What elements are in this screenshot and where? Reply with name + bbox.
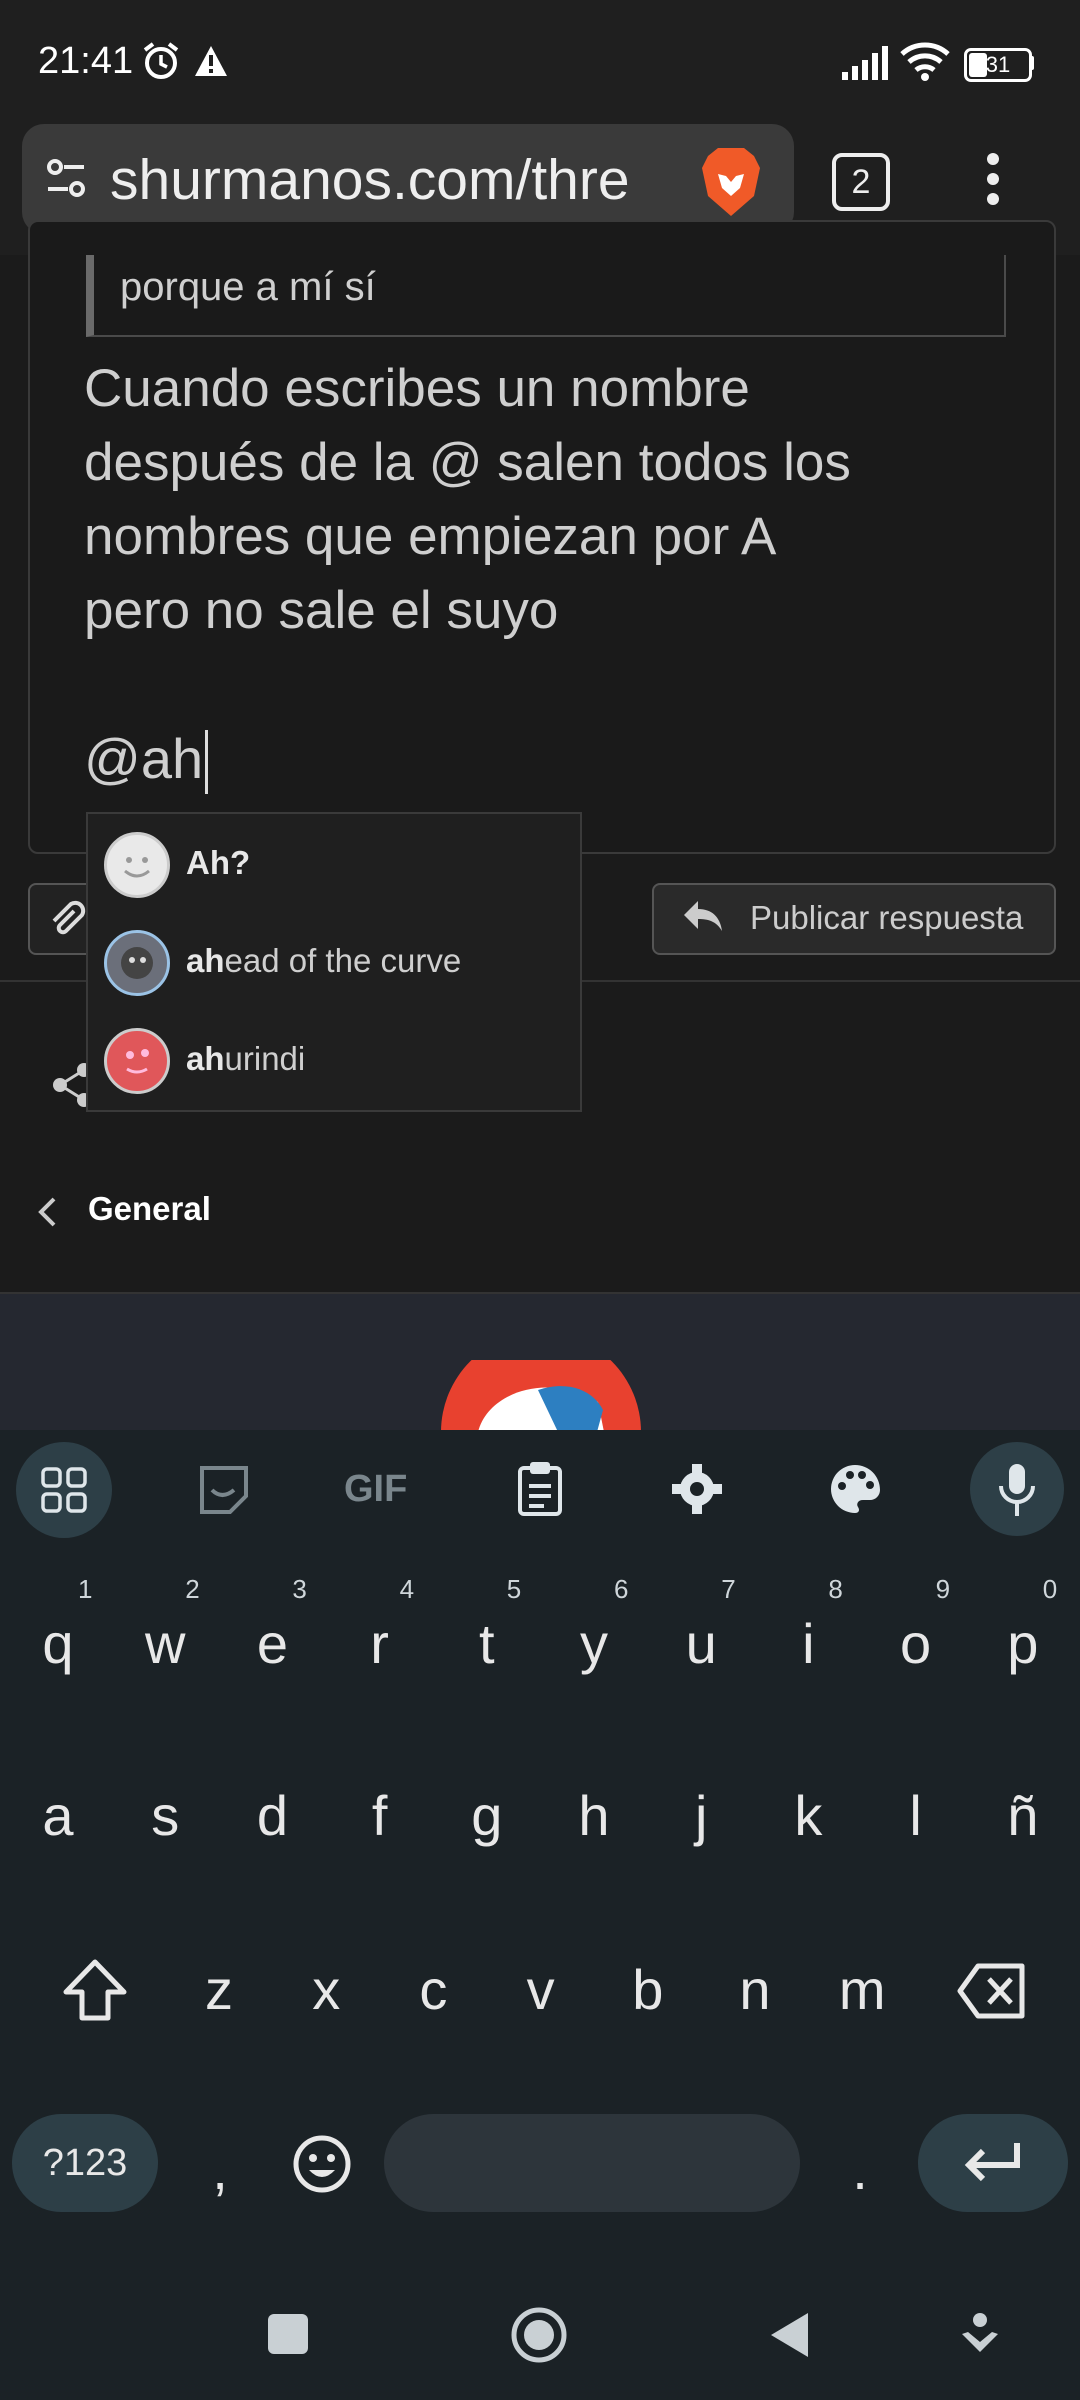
key-z[interactable]: z xyxy=(169,1930,269,2050)
key-m[interactable]: m xyxy=(812,1930,912,2050)
voice-input-button[interactable] xyxy=(970,1442,1064,1536)
key-c[interactable]: c xyxy=(383,1930,483,2050)
enter-key[interactable] xyxy=(918,2114,1068,2212)
wifi-icon xyxy=(900,42,950,81)
key-a[interactable]: a xyxy=(8,1756,108,1876)
recents-button[interactable] xyxy=(268,2314,308,2354)
shift-arrow-icon xyxy=(63,1959,127,2021)
autocomplete-item[interactable]: ahead of the curve xyxy=(88,912,580,1010)
chevron-left-icon[interactable] xyxy=(36,1196,58,1228)
autocomplete-item[interactable]: ahurindi xyxy=(88,1010,580,1108)
alarm-clock-icon xyxy=(143,42,179,79)
warning-icon xyxy=(195,46,227,76)
key-hint: 2 xyxy=(185,1574,200,1604)
key-w[interactable]: w xyxy=(115,1584,215,1704)
clipboard-icon[interactable] xyxy=(514,1460,566,1518)
backspace-icon xyxy=(957,1963,1025,2019)
site-settings-icon[interactable] xyxy=(46,158,86,198)
key-hint: 3 xyxy=(292,1574,307,1604)
key-p[interactable]: p xyxy=(973,1584,1073,1704)
key-i[interactable]: i xyxy=(758,1584,858,1704)
microphone-icon xyxy=(999,1464,1035,1516)
key-hint: 5 xyxy=(506,1574,522,1604)
status-time: 21:41 xyxy=(38,40,134,82)
key-b[interactable]: b xyxy=(598,1930,698,2050)
comma-key[interactable]: , xyxy=(170,2110,270,2230)
key-j[interactable]: j xyxy=(651,1756,751,1876)
reply-line: pero no sale el suyo xyxy=(84,581,559,640)
home-button[interactable] xyxy=(510,2306,568,2364)
reply-line: Cuando escribes un nombre xyxy=(84,359,750,418)
battery-icon: 31 xyxy=(964,48,1032,82)
gif-button[interactable]: GIF xyxy=(344,1468,407,1511)
category-breadcrumb[interactable]: General xyxy=(88,1190,211,1228)
settings-gear-icon[interactable] xyxy=(670,1462,724,1516)
key-hint: 8 xyxy=(828,1574,843,1604)
backspace-key[interactable] xyxy=(956,1962,1028,2020)
key-y[interactable]: y xyxy=(544,1584,644,1704)
reply-arrow-icon xyxy=(684,901,722,931)
signal-bars-icon xyxy=(842,46,888,80)
menu-dots-icon[interactable] xyxy=(983,152,1003,206)
mention-autocomplete: Ah? ahead of the curve ahurindi xyxy=(86,812,582,1112)
key-e[interactable]: e xyxy=(222,1584,322,1704)
key-hint: 7 xyxy=(721,1574,736,1604)
back-button[interactable] xyxy=(768,2310,812,2360)
avatar xyxy=(104,832,170,898)
key-s[interactable]: s xyxy=(115,1756,215,1876)
key-n[interactable]: n xyxy=(705,1930,805,2050)
url-text[interactable]: shurmanos.com/thre xyxy=(110,150,670,210)
autocomplete-label: Ah? xyxy=(186,844,251,881)
sticker-icon[interactable] xyxy=(198,1464,250,1516)
shift-key[interactable] xyxy=(60,1956,130,2026)
key-hint: 4 xyxy=(399,1574,415,1604)
palette-icon[interactable] xyxy=(828,1462,882,1516)
key-k[interactable]: k xyxy=(758,1756,858,1876)
key-o[interactable]: o xyxy=(866,1584,966,1704)
key-hint: 0 xyxy=(1042,1574,1058,1604)
avatar xyxy=(104,930,170,996)
quote-text: porque a mí sí xyxy=(120,265,376,309)
key-ñ[interactable]: ñ xyxy=(973,1756,1073,1876)
key-r[interactable]: r xyxy=(330,1584,430,1704)
key-d[interactable]: d xyxy=(222,1756,322,1876)
battery-level: 31 xyxy=(985,52,1011,77)
key-q[interactable]: q xyxy=(8,1584,108,1704)
key-hint: 6 xyxy=(614,1574,629,1604)
emoji-icon xyxy=(293,2135,351,2193)
key-hint: 9 xyxy=(935,1574,951,1604)
text-caret xyxy=(205,730,208,794)
key-f[interactable]: f xyxy=(330,1756,430,1876)
space-key[interactable] xyxy=(384,2114,800,2212)
autocomplete-label: ahurindi xyxy=(186,1040,306,1077)
key-hint: 1 xyxy=(78,1574,93,1604)
hide-keyboard-button[interactable] xyxy=(958,2310,1002,2360)
reply-line: después de la @ salen todos los xyxy=(84,433,851,492)
key-g[interactable]: g xyxy=(437,1756,537,1876)
reply-line: nombres que empiezan por A xyxy=(84,507,777,566)
enter-arrow-icon xyxy=(964,2143,1020,2182)
avatar xyxy=(104,1028,170,1094)
symbols-key[interactable]: ?123 xyxy=(12,2114,158,2212)
autocomplete-label: ahead of the curve xyxy=(186,942,462,979)
reply-body[interactable]: Cuando escribes un nombre después de la … xyxy=(84,352,1024,648)
key-t[interactable]: t xyxy=(437,1584,537,1704)
autocomplete-item[interactable]: Ah? xyxy=(88,814,580,912)
key-l[interactable]: l xyxy=(866,1756,966,1876)
emoji-key[interactable] xyxy=(292,2134,352,2194)
key-u[interactable]: u xyxy=(651,1584,751,1704)
mascot-logo xyxy=(441,1360,641,1432)
key-v[interactable]: v xyxy=(491,1930,591,2050)
keyboard-apps-button[interactable] xyxy=(16,1442,112,1538)
grid-icon xyxy=(41,1467,87,1513)
key-h[interactable]: h xyxy=(544,1756,644,1876)
mention-input-text[interactable]: @ah xyxy=(84,726,203,791)
tab-switcher-button[interactable]: 2 xyxy=(832,153,890,211)
paperclip-icon xyxy=(52,900,86,935)
period-key[interactable]: . xyxy=(810,2110,910,2230)
brave-lion-icon[interactable] xyxy=(698,146,764,218)
publish-reply-label: Publicar respuesta xyxy=(750,899,1024,936)
key-x[interactable]: x xyxy=(276,1930,376,2050)
